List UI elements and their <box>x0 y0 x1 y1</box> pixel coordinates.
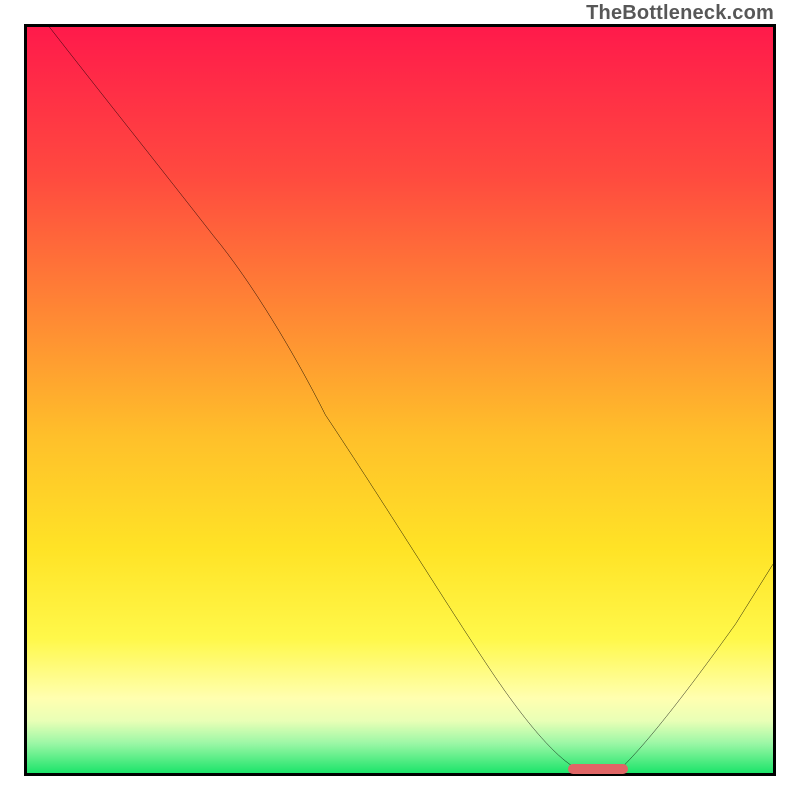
chart-frame <box>24 24 776 776</box>
watermark-text: TheBottleneck.com <box>586 2 774 25</box>
chart-background-gradient <box>27 27 773 773</box>
optimal-range-marker <box>568 764 628 774</box>
gradient-rect <box>27 27 773 773</box>
